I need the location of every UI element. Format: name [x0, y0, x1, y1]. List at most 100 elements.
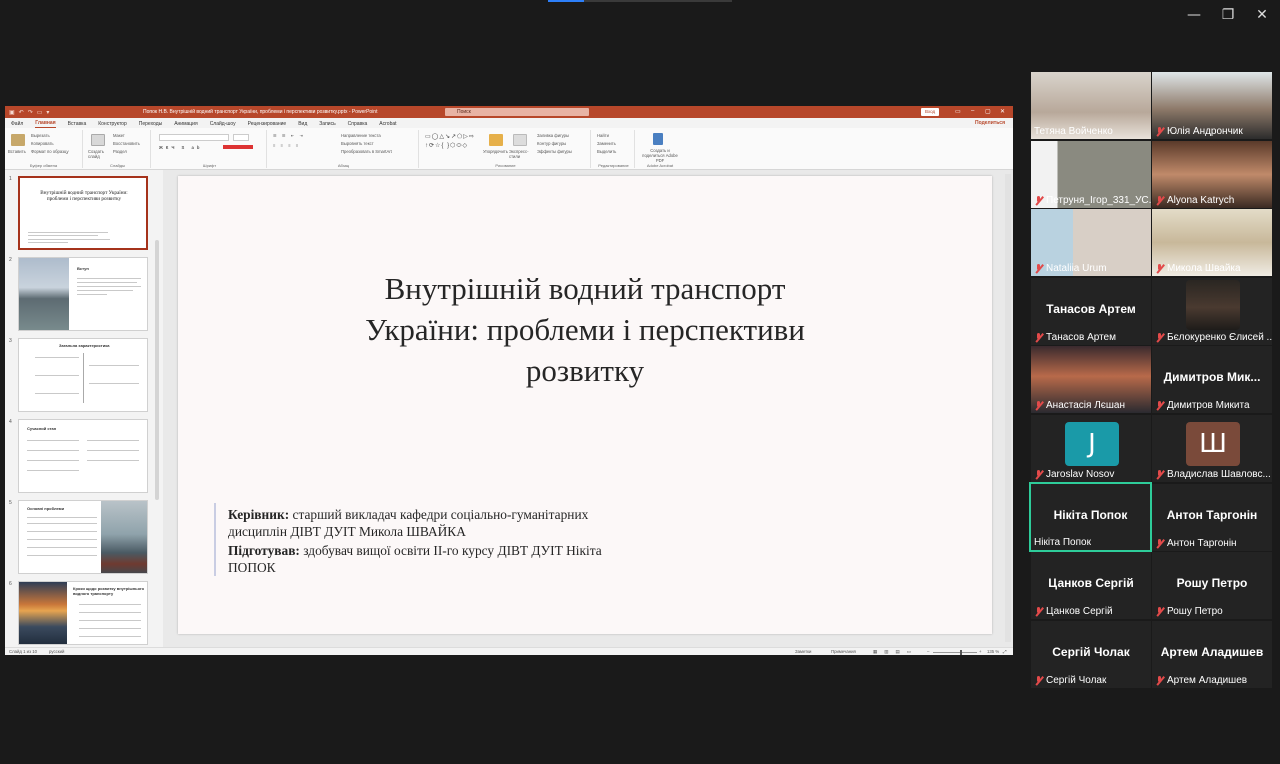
section-button[interactable]: Раздел: [113, 149, 127, 154]
new-slide-icon[interactable]: [91, 134, 105, 146]
view-buttons[interactable]: ▦ ▥ ▤ ▭: [873, 649, 914, 655]
tab-help[interactable]: Справка: [348, 121, 368, 128]
redo-icon[interactable]: ↷: [28, 109, 33, 116]
restore-icon[interactable]: ❐: [1216, 6, 1240, 24]
slide-thumbnail[interactable]: Вступ: [18, 257, 148, 331]
align-buttons[interactable]: ≡ ≡ ≡ ≡: [273, 143, 300, 148]
participant-tile[interactable]: Сергій Чолак Сергій Чолак: [1031, 620, 1151, 688]
participant-tile[interactable]: Танасов Артем Танасов Артем: [1031, 277, 1151, 345]
tab-home[interactable]: Главная: [35, 120, 56, 128]
close-icon[interactable]: ✕: [1250, 6, 1274, 24]
participant-tile[interactable]: Нікіта Попок Нікіта Попок: [1029, 481, 1152, 552]
comments-button[interactable]: Примечания: [831, 649, 856, 654]
tab-transitions[interactable]: Переходы: [139, 121, 162, 128]
shape-fill-button[interactable]: Заливка фигуры: [537, 133, 569, 138]
list-buttons[interactable]: ☰ ☰ ⇤ ⇥: [273, 133, 305, 138]
zoom-in-icon[interactable]: +: [979, 649, 982, 654]
thumbnails-scrollbar[interactable]: [155, 240, 159, 500]
create-pdf-button[interactable]: Создать и поделиться Adobe PDF: [639, 148, 681, 163]
current-slide[interactable]: Внутрішній водний транспорт України: про…: [178, 176, 992, 634]
copy-button[interactable]: Копировать: [31, 141, 54, 146]
quick-styles-button[interactable]: Экспресс-стили: [509, 149, 533, 159]
tab-review[interactable]: Рецензирование: [248, 121, 287, 128]
paste-button[interactable]: Вставить: [8, 149, 26, 154]
replace-button[interactable]: Заменить: [597, 141, 616, 146]
ppt-maximize-icon[interactable]: ▢: [985, 108, 991, 115]
undo-icon[interactable]: ↶: [19, 109, 24, 116]
slide-thumbnail[interactable]: Сучасний стан: [18, 419, 148, 493]
font-size-select[interactable]: [233, 134, 249, 141]
fit-slide-icon[interactable]: ⤢: [1003, 649, 1006, 654]
paste-icon[interactable]: [11, 134, 25, 146]
participant-tile[interactable]: Юлія Андрончик: [1152, 72, 1272, 139]
quick-styles-icon[interactable]: [513, 134, 527, 146]
tab-design[interactable]: Конструктор: [98, 121, 127, 128]
slide-thumbnail[interactable]: Кроки щодо розвитку внутрішнього водного…: [18, 581, 148, 645]
new-slide-button[interactable]: Создать слайд: [88, 149, 112, 159]
ppt-close-icon[interactable]: ✕: [1000, 108, 1005, 115]
find-button[interactable]: Найти: [597, 133, 609, 138]
reset-button[interactable]: Восстановить: [113, 141, 140, 146]
slide-thumbnail[interactable]: Внутрішній водний транспорт України: про…: [18, 176, 148, 250]
slide-thumbnail[interactable]: Основні проблеми: [18, 500, 148, 574]
font-format-buttons[interactable]: ЖКЧ S ab: [159, 145, 202, 150]
present-icon[interactable]: ▭: [37, 109, 43, 116]
participant-tile[interactable]: Цанков Сергій Цанков Сергій: [1031, 552, 1151, 620]
arrange-icon[interactable]: [489, 134, 503, 146]
zoom-level[interactable]: 135 %: [987, 649, 999, 654]
participant-tile[interactable]: Микола Швайка: [1152, 209, 1272, 277]
language[interactable]: русский: [49, 649, 64, 654]
pdf-icon[interactable]: [653, 133, 663, 145]
thumb-text-line: [27, 555, 97, 556]
participant-tile[interactable]: Анастасія Лєшан: [1031, 346, 1151, 414]
minimize-icon[interactable]: —: [1182, 6, 1206, 24]
smartart-button[interactable]: Преобразовать в SmartArt: [341, 149, 392, 154]
shapes-gallery-row2[interactable]: ↑⟳☆{ }⬡⬭◇: [425, 142, 468, 150]
participant-tile[interactable]: Alyona Katrych: [1152, 140, 1272, 208]
select-button[interactable]: Выделить: [597, 149, 616, 154]
participant-tile[interactable]: J Jaroslav Nosov: [1031, 415, 1151, 482]
tab-view[interactable]: Вид: [298, 121, 307, 128]
zoom-slider-knob[interactable]: [960, 650, 962, 655]
shape-outline-button[interactable]: Контур фигуры: [537, 141, 566, 146]
editor-scrollbar[interactable]: [1005, 174, 1011, 642]
layout-button[interactable]: Макет: [113, 133, 125, 138]
tab-record[interactable]: Запись: [319, 121, 335, 128]
participant-tile[interactable]: Рошу Петро Рошу Петро: [1152, 552, 1272, 620]
participant-tile[interactable]: Nataliia Urum: [1031, 209, 1151, 277]
signin-button[interactable]: Вход: [921, 108, 940, 116]
notes-button[interactable]: Заметки: [795, 649, 811, 654]
participant-tile[interactable]: Антон Таргонін Антон Таргонін: [1152, 483, 1272, 551]
participant-tile[interactable]: Бєлокуренко Єлисей ...: [1152, 277, 1272, 345]
search-input[interactable]: Поиск: [445, 108, 589, 116]
shapes-gallery[interactable]: ▭◯△↘↗⬠▷⇨: [425, 133, 475, 140]
tab-slideshow[interactable]: Слайд-шоу: [210, 121, 236, 128]
share-button[interactable]: Поделиться: [975, 120, 1005, 126]
participant-tile[interactable]: Тетяна Войченко: [1031, 72, 1151, 139]
tab-insert[interactable]: Вставка: [68, 121, 87, 128]
participant-tile[interactable]: Димитров Мик... Димитров Микита: [1152, 346, 1272, 414]
zoom-out-icon[interactable]: –: [927, 649, 929, 654]
ppt-minimize-icon[interactable]: –: [971, 108, 974, 114]
shape-effects-button[interactable]: Эффекты фигуры: [537, 149, 572, 154]
font-color-icon[interactable]: [223, 145, 253, 149]
format-painter-button[interactable]: Формат по образцу: [31, 149, 69, 154]
zoom-slider[interactable]: [933, 652, 977, 653]
participant-tile[interactable]: Петруня_Ігор_331_УС...: [1031, 140, 1151, 208]
font-name-select[interactable]: [159, 134, 229, 141]
ribbon-options-icon[interactable]: ▭: [955, 108, 961, 115]
customize-icon[interactable]: ▾: [46, 109, 49, 116]
participant-tile[interactable]: Артем Аладишев Артем Аладишев: [1152, 620, 1272, 688]
arrange-button[interactable]: Упорядочить: [483, 149, 508, 154]
align-text-button[interactable]: Выровнять текст: [341, 141, 374, 146]
slide-title[interactable]: Внутрішній водний транспорт України: про…: [328, 268, 842, 391]
participant-tile[interactable]: Ш Владислав Шавловс...: [1152, 415, 1272, 482]
tab-animations[interactable]: Анимация: [174, 121, 197, 128]
slide-thumbnail[interactable]: Загальна характеристика: [18, 338, 148, 412]
text-direction-button[interactable]: Направление текста: [341, 133, 381, 138]
tab-acrobat[interactable]: Acrobat: [379, 121, 396, 128]
save-icon[interactable]: ▣: [9, 109, 15, 116]
cut-button[interactable]: Вырезать: [31, 133, 50, 138]
slide-subtitle[interactable]: Керівник: старший викладач кафедри соціа…: [228, 506, 648, 578]
tab-file[interactable]: Файл: [11, 121, 23, 128]
